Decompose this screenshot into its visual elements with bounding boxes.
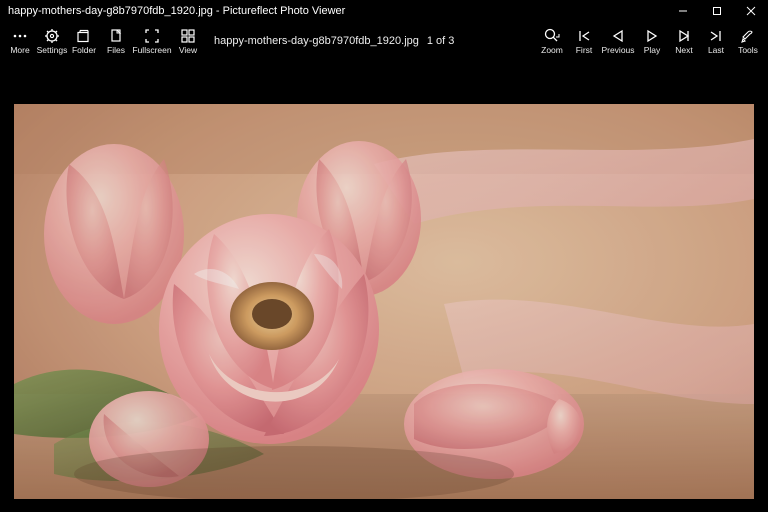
position-indicator: 1 of 3 xyxy=(427,35,455,47)
toolbar: More Settings Folder Files Fullscreen Vi… xyxy=(0,22,768,60)
play-label: Play xyxy=(644,46,661,55)
more-icon xyxy=(11,27,29,45)
first-label: First xyxy=(576,46,593,55)
gear-icon xyxy=(43,27,61,45)
next-label: Next xyxy=(675,46,692,55)
view-button[interactable]: View xyxy=(172,22,204,60)
tools-button[interactable]: Tools xyxy=(732,22,764,60)
zoom-button[interactable]: Zoom xyxy=(536,22,568,60)
more-button[interactable]: More xyxy=(4,22,36,60)
zoom-label: Zoom xyxy=(541,46,563,55)
previous-icon xyxy=(609,27,627,45)
displayed-image xyxy=(14,104,754,499)
settings-label: Settings xyxy=(37,46,68,55)
view-icon xyxy=(179,27,197,45)
next-button[interactable]: Next xyxy=(668,22,700,60)
current-filename: happy-mothers-day-g8b7970fdb_1920.jpg xyxy=(214,35,419,47)
folder-button[interactable]: Folder xyxy=(68,22,100,60)
image-viewport[interactable] xyxy=(0,60,768,512)
window-controls xyxy=(666,0,768,22)
minimize-button[interactable] xyxy=(666,0,700,22)
window-title: happy-mothers-day-g8b7970fdb_1920.jpg - … xyxy=(8,5,666,17)
folder-icon xyxy=(75,27,93,45)
play-button[interactable]: Play xyxy=(636,22,668,60)
title-bar: happy-mothers-day-g8b7970fdb_1920.jpg - … xyxy=(0,0,768,22)
tools-icon xyxy=(739,27,757,45)
previous-label: Previous xyxy=(601,46,634,55)
first-button[interactable]: First xyxy=(568,22,600,60)
last-label: Last xyxy=(708,46,724,55)
files-icon xyxy=(107,27,125,45)
close-icon xyxy=(746,6,756,16)
close-button[interactable] xyxy=(734,0,768,22)
fullscreen-button[interactable]: Fullscreen xyxy=(132,22,172,60)
view-label: View xyxy=(179,46,197,55)
last-icon xyxy=(707,27,725,45)
tools-label: Tools xyxy=(738,46,758,55)
fullscreen-label: Fullscreen xyxy=(132,46,171,55)
maximize-button[interactable] xyxy=(700,0,734,22)
minimize-icon xyxy=(678,6,688,16)
previous-button[interactable]: Previous xyxy=(600,22,636,60)
settings-button[interactable]: Settings xyxy=(36,22,68,60)
next-icon xyxy=(675,27,693,45)
last-button[interactable]: Last xyxy=(700,22,732,60)
folder-label: Folder xyxy=(72,46,96,55)
zoom-icon xyxy=(543,27,561,45)
play-icon xyxy=(643,27,661,45)
more-label: More xyxy=(10,46,29,55)
first-icon xyxy=(575,27,593,45)
files-button[interactable]: Files xyxy=(100,22,132,60)
file-caption: happy-mothers-day-g8b7970fdb_1920.jpg 1 … xyxy=(214,35,454,47)
fullscreen-icon xyxy=(143,27,161,45)
files-label: Files xyxy=(107,46,125,55)
maximize-icon xyxy=(712,6,722,16)
